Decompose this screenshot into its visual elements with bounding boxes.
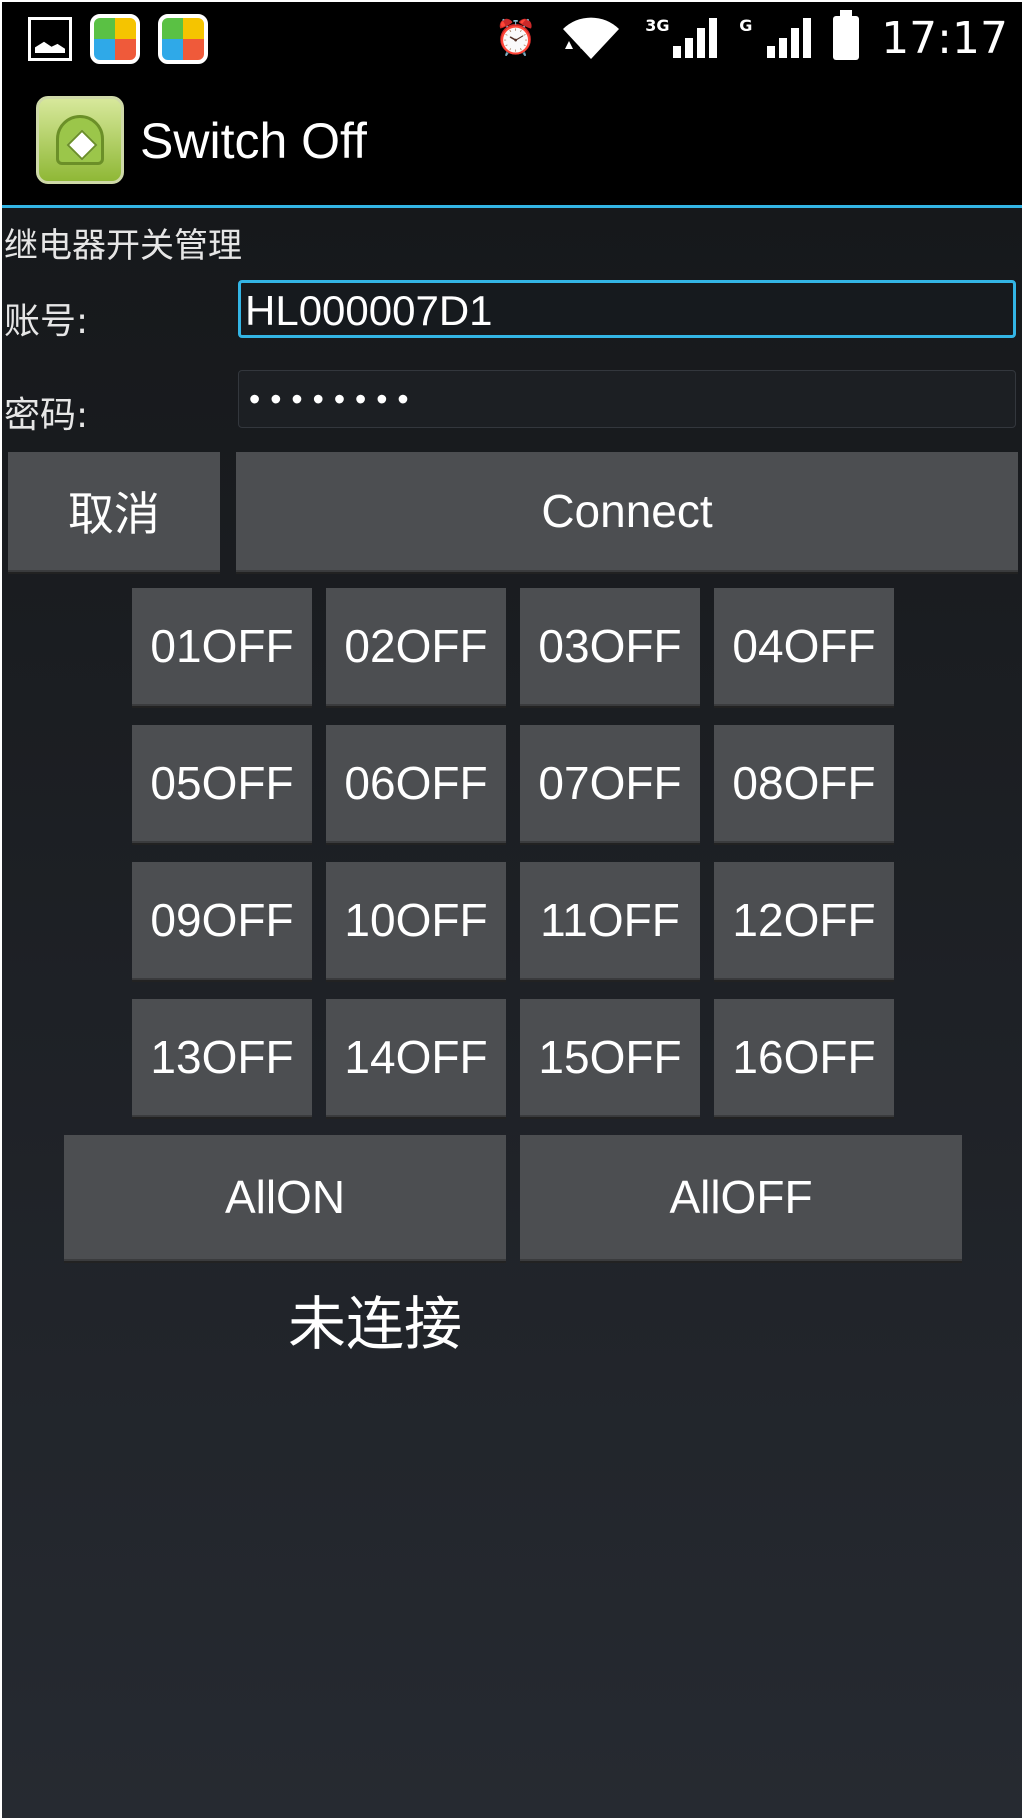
app-market-icon	[90, 14, 140, 64]
relay-16-button[interactable]: 16OFF	[714, 999, 894, 1117]
network-type-label: 3G	[645, 16, 670, 35]
status-clock: 17:17	[881, 12, 1008, 64]
relay-08-button[interactable]: 08OFF	[714, 725, 894, 843]
signal-icon: 3G	[645, 16, 718, 58]
relay-06-button[interactable]: 06OFF	[326, 725, 506, 843]
app-market-icon	[158, 14, 208, 64]
relay-07-button[interactable]: 07OFF	[520, 725, 700, 843]
relay-13-button[interactable]: 13OFF	[132, 999, 312, 1117]
app-title: Switch Off	[140, 113, 367, 169]
all-off-button[interactable]: AllOFF	[520, 1135, 962, 1261]
password-field[interactable]: ••••••••	[238, 370, 1016, 428]
action-bar: Switch Off	[2, 72, 1022, 208]
app-screen: ⏰ 3G G 17:17 Switch Off 继电器开关管理 账号: HL00…	[2, 2, 1022, 1818]
account-label: 账号:	[4, 301, 89, 342]
cancel-button[interactable]: 取消	[8, 452, 220, 572]
battery-icon	[833, 10, 860, 60]
system-icons: ⏰ 3G G 17:17	[495, 6, 1008, 70]
signal-icon: G	[739, 16, 812, 58]
connection-status: 未连接	[288, 1290, 463, 1358]
relay-02-button[interactable]: 02OFF	[326, 588, 506, 706]
network-type-label: G	[739, 16, 753, 35]
android-robot-icon	[56, 115, 104, 165]
relay-14-button[interactable]: 14OFF	[326, 999, 506, 1117]
all-on-button[interactable]: AllON	[64, 1135, 506, 1261]
relay-10-button[interactable]: 10OFF	[326, 862, 506, 980]
wifi-icon	[563, 17, 620, 60]
relay-15-button[interactable]: 15OFF	[520, 999, 700, 1117]
device-frame: ⏰ 3G G 17:17 Switch Off 继电器开关管理 账号: HL00…	[0, 0, 1024, 1820]
account-field[interactable]: HL000007D1	[238, 280, 1016, 338]
relay-11-button[interactable]: 11OFF	[520, 862, 700, 980]
relay-12-button[interactable]: 12OFF	[714, 862, 894, 980]
relay-03-button[interactable]: 03OFF	[520, 588, 700, 706]
password-label: 密码:	[4, 395, 89, 436]
section-title: 继电器开关管理	[4, 226, 242, 266]
status-bar: ⏰ 3G G 17:17	[2, 2, 1022, 72]
notification-icons	[28, 14, 208, 64]
connect-button[interactable]: Connect	[236, 452, 1018, 572]
relay-01-button[interactable]: 01OFF	[132, 588, 312, 706]
picture-icon	[28, 17, 72, 61]
relay-09-button[interactable]: 09OFF	[132, 862, 312, 980]
relay-04-button[interactable]: 04OFF	[714, 588, 894, 706]
relay-05-button[interactable]: 05OFF	[132, 725, 312, 843]
alarm-icon: ⏰	[494, 18, 538, 58]
android-app-icon[interactable]	[36, 96, 124, 184]
